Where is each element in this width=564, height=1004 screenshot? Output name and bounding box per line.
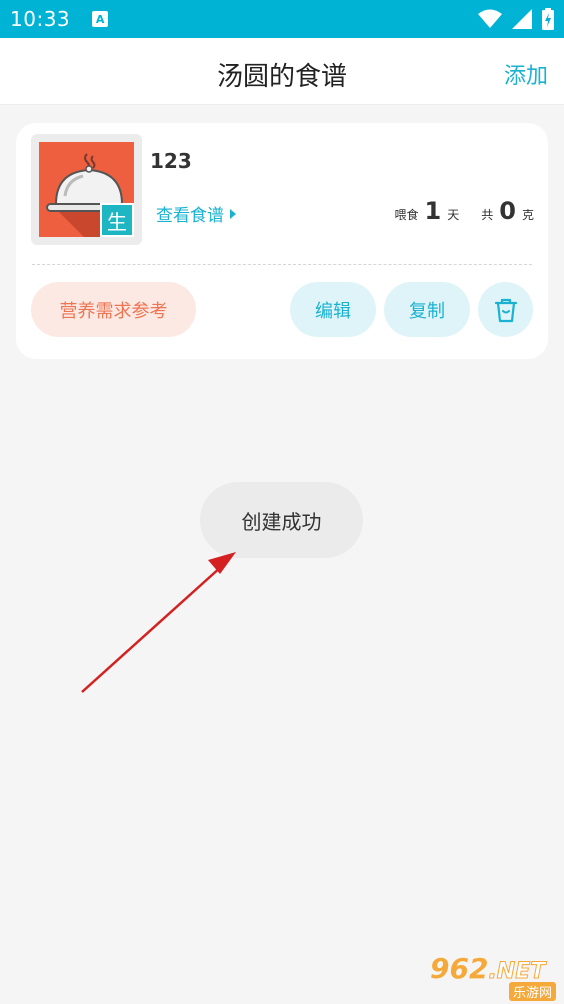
recipe-card[interactable]: 生 123 查看食谱 喂食 1 天 共 0 克 营养需求参考 编辑 复制 [16, 123, 548, 359]
total-grams-value: 0 [499, 197, 516, 225]
recipe-stats: 喂食 1 天 共 0 克 [395, 197, 534, 225]
wifi-icon [478, 9, 502, 28]
watermark-subtitle: 乐游网 [508, 982, 556, 1001]
status-icons [478, 8, 554, 30]
copy-button[interactable]: 复制 [384, 282, 470, 337]
total-label: 共 [481, 208, 494, 222]
notification-icon: A [92, 11, 109, 27]
trash-icon [494, 298, 517, 322]
food-cloche-image: 生 [39, 142, 134, 237]
success-toast: 创建成功 [200, 482, 363, 558]
signal-icon [512, 9, 532, 29]
status-time: 10:33 [10, 7, 71, 31]
chevron-right-icon [230, 208, 236, 219]
nutrition-reference-button[interactable]: 营养需求参考 [31, 282, 196, 337]
app-bar: 汤圆的食谱 添加 [0, 38, 564, 105]
watermark-logo: 962.NET [430, 952, 546, 985]
raw-food-badge: 生 [100, 203, 134, 237]
days-unit: 天 [447, 208, 460, 222]
delete-button[interactable] [478, 282, 533, 337]
grams-unit: 克 [521, 208, 534, 222]
recipe-name: 123 [150, 149, 192, 173]
view-recipe-label: 查看食谱 [156, 206, 224, 226]
page-title: 汤圆的食谱 [216, 62, 347, 92]
add-button[interactable]: 添加 [504, 58, 548, 90]
watermark-number: 962 [430, 952, 489, 985]
watermark-suffix: .NET [488, 959, 546, 985]
feed-days-value: 1 [424, 197, 442, 225]
feed-label: 喂食 [394, 208, 419, 222]
view-recipe-link[interactable]: 查看食谱 [156, 201, 236, 226]
recipe-thumbnail[interactable]: 生 [31, 134, 142, 245]
site-watermark: 962.NET 乐游网 [424, 952, 560, 1001]
status-bar: 10:33 A [0, 0, 564, 38]
battery-icon [542, 8, 554, 30]
dashed-divider [32, 264, 532, 265]
edit-button[interactable]: 编辑 [290, 282, 376, 337]
